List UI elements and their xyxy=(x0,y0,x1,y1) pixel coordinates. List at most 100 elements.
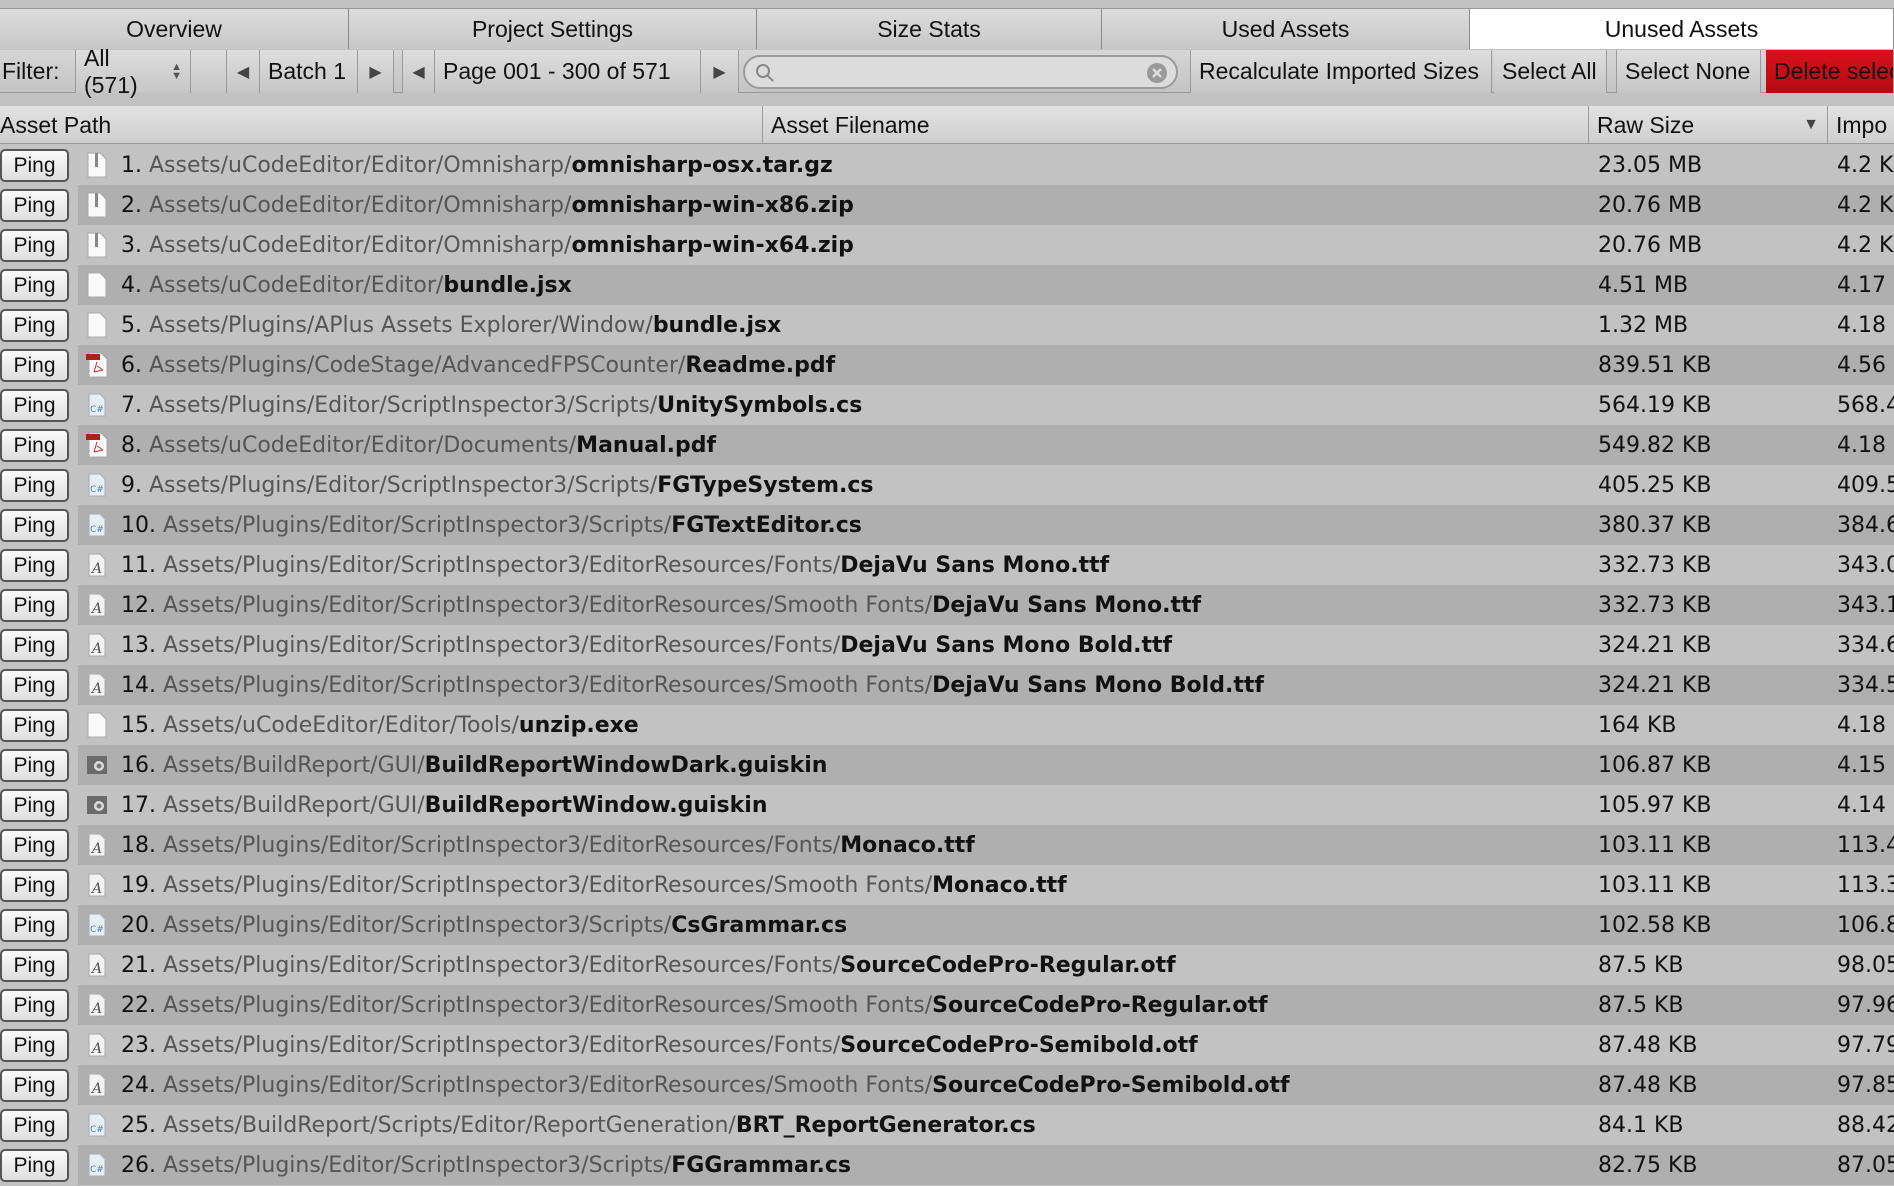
ping-button[interactable]: Ping xyxy=(0,509,69,542)
table-row[interactable]: Ping C# 20. Assets/Plugins/Editor/Script… xyxy=(0,905,1894,945)
table-row[interactable]: Ping C# 7. Assets/Plugins/Editor/ScriptI… xyxy=(0,385,1894,425)
ping-button[interactable]: Ping xyxy=(0,269,69,302)
search-input[interactable] xyxy=(779,59,1139,85)
page-next-button[interactable]: ▶ xyxy=(701,50,739,93)
table-row[interactable]: Ping 16. Assets/BuildReport/GUI/BuildRep… xyxy=(0,745,1894,785)
ping-button[interactable]: Ping xyxy=(0,189,69,222)
ping-button[interactable]: Ping xyxy=(0,469,69,502)
ping-button[interactable]: Ping xyxy=(0,749,69,782)
batch-prev-button[interactable]: ◀ xyxy=(227,50,260,93)
ping-button[interactable]: Ping xyxy=(0,949,69,982)
ping-button[interactable]: Ping xyxy=(0,869,69,902)
tab-overview[interactable]: Overview xyxy=(0,8,349,49)
asset-path[interactable]: 19. Assets/Plugins/Editor/ScriptInspecto… xyxy=(121,865,1067,905)
table-row[interactable]: Ping 3. Assets/uCodeEditor/Editor/Omnish… xyxy=(0,225,1894,265)
asset-path[interactable]: 20. Assets/Plugins/Editor/ScriptInspecto… xyxy=(121,905,847,945)
asset-path[interactable]: 26. Assets/Plugins/Editor/ScriptInspecto… xyxy=(121,1145,851,1185)
page-prev-button[interactable]: ◀ xyxy=(402,50,435,93)
asset-path[interactable]: 10. Assets/Plugins/Editor/ScriptInspecto… xyxy=(121,505,862,545)
asset-path[interactable]: 17. Assets/BuildReport/GUI/BuildReportWi… xyxy=(121,785,767,825)
filter-select[interactable]: All (571) ▲ ▼ xyxy=(75,45,191,98)
batch-next-button[interactable]: ▶ xyxy=(358,50,394,93)
search-field[interactable] xyxy=(743,55,1178,89)
ping-button[interactable]: Ping xyxy=(0,669,69,702)
clear-search-icon[interactable] xyxy=(1146,62,1168,84)
table-row[interactable]: Ping 2. Assets/uCodeEditor/Editor/Omnish… xyxy=(0,185,1894,225)
table-row[interactable]: Ping A 22. Assets/Plugins/Editor/ScriptI… xyxy=(0,985,1894,1025)
table-row[interactable]: Ping 1. Assets/uCodeEditor/Editor/Omnish… xyxy=(0,145,1894,185)
table-row[interactable]: Ping 17. Assets/BuildReport/GUI/BuildRep… xyxy=(0,785,1894,825)
asset-path[interactable]: 21. Assets/Plugins/Editor/ScriptInspecto… xyxy=(121,945,1176,985)
asset-path[interactable]: 14. Assets/Plugins/Editor/ScriptInspecto… xyxy=(121,665,1264,705)
asset-path[interactable]: 6. Assets/Plugins/CodeStage/AdvancedFPSC… xyxy=(121,345,835,385)
asset-path[interactable]: 5. Assets/Plugins/APlus Assets Explorer/… xyxy=(121,305,781,345)
column-raw-size[interactable]: Raw Size ▼ xyxy=(1589,106,1828,144)
asset-path[interactable]: 2. Assets/uCodeEditor/Editor/Omnisharp/o… xyxy=(121,185,854,225)
ping-button[interactable]: Ping xyxy=(0,1109,69,1142)
asset-path[interactable]: 22. Assets/Plugins/Editor/ScriptInspecto… xyxy=(121,985,1268,1025)
table-row[interactable]: Ping C# 25. Assets/BuildReport/Scripts/E… xyxy=(0,1105,1894,1145)
table-row[interactable]: Ping 6. Assets/Plugins/CodeStage/Advance… xyxy=(0,345,1894,385)
ping-button[interactable]: Ping xyxy=(0,309,69,342)
asset-path[interactable]: 9. Assets/Plugins/Editor/ScriptInspector… xyxy=(121,465,874,505)
asset-path[interactable]: 4. Assets/uCodeEditor/Editor/bundle.jsx xyxy=(121,265,572,305)
ping-button[interactable]: Ping xyxy=(0,789,69,822)
asset-path[interactable]: 8. Assets/uCodeEditor/Editor/Documents/M… xyxy=(121,425,716,465)
table-row[interactable]: Ping A 23. Assets/Plugins/Editor/ScriptI… xyxy=(0,1025,1894,1065)
asset-path[interactable]: 18. Assets/Plugins/Editor/ScriptInspecto… xyxy=(121,825,975,865)
ping-button[interactable]: Ping xyxy=(0,349,69,382)
table-row[interactable]: Ping A 11. Assets/Plugins/Editor/ScriptI… xyxy=(0,545,1894,585)
table-row[interactable]: Ping A 19. Assets/Plugins/Editor/ScriptI… xyxy=(0,865,1894,905)
ping-button[interactable]: Ping xyxy=(0,829,69,862)
asset-path[interactable]: 1. Assets/uCodeEditor/Editor/Omnisharp/o… xyxy=(121,145,833,185)
ping-button[interactable]: Ping xyxy=(0,1069,69,1102)
ping-button[interactable]: Ping xyxy=(0,429,69,462)
asset-path[interactable]: 16. Assets/BuildReport/GUI/BuildReportWi… xyxy=(121,745,827,785)
ping-button[interactable]: Ping xyxy=(0,629,69,662)
select-none-button[interactable]: Select None xyxy=(1616,50,1761,93)
recalculate-sizes-button[interactable]: Recalculate Imported Sizes xyxy=(1190,50,1492,93)
table-row[interactable]: Ping A 13. Assets/Plugins/Editor/ScriptI… xyxy=(0,625,1894,665)
asset-path[interactable]: 13. Assets/Plugins/Editor/ScriptInspecto… xyxy=(121,625,1172,665)
asset-path[interactable]: 15. Assets/uCodeEditor/Editor/Tools/unzi… xyxy=(121,705,639,745)
ping-button[interactable]: Ping xyxy=(0,229,69,262)
asset-path[interactable]: 23. Assets/Plugins/Editor/ScriptInspecto… xyxy=(121,1025,1198,1065)
select-all-button[interactable]: Select All xyxy=(1494,50,1607,93)
table-row[interactable]: Ping 8. Assets/uCodeEditor/Editor/Docume… xyxy=(0,425,1894,465)
ping-button[interactable]: Ping xyxy=(0,589,69,622)
table-row[interactable]: Ping A 14. Assets/Plugins/Editor/ScriptI… xyxy=(0,665,1894,705)
column-imported-size[interactable]: Impo xyxy=(1828,106,1894,144)
tab-project-settings[interactable]: Project Settings xyxy=(349,8,757,49)
table-row[interactable]: Ping A 12. Assets/Plugins/Editor/ScriptI… xyxy=(0,585,1894,625)
column-asset-filename[interactable]: Asset Filename xyxy=(763,106,1589,144)
tab-unused-assets[interactable]: Unused Assets xyxy=(1470,8,1894,49)
delete-selected-button[interactable]: Delete selec xyxy=(1766,50,1894,93)
table-row[interactable]: Ping A 18. Assets/Plugins/Editor/ScriptI… xyxy=(0,825,1894,865)
ping-button[interactable]: Ping xyxy=(0,549,69,582)
tab-size-stats[interactable]: Size Stats xyxy=(757,8,1102,49)
asset-path[interactable]: 7. Assets/Plugins/Editor/ScriptInspector… xyxy=(121,385,862,425)
tab-used-assets[interactable]: Used Assets xyxy=(1102,8,1470,49)
ping-button[interactable]: Ping xyxy=(0,1149,69,1182)
ping-button[interactable]: Ping xyxy=(0,709,69,742)
table-row[interactable]: Ping C# 26. Assets/Plugins/Editor/Script… xyxy=(0,1145,1894,1185)
table-row[interactable]: Ping C# 10. Assets/Plugins/Editor/Script… xyxy=(0,505,1894,545)
ping-button[interactable]: Ping xyxy=(0,389,69,422)
table-row[interactable]: Ping A 21. Assets/Plugins/Editor/ScriptI… xyxy=(0,945,1894,985)
ping-button[interactable]: Ping xyxy=(0,909,69,942)
asset-path[interactable]: 25. Assets/BuildReport/Scripts/Editor/Re… xyxy=(121,1105,1036,1145)
asset-path[interactable]: 11. Assets/Plugins/Editor/ScriptInspecto… xyxy=(121,545,1109,585)
ping-button[interactable]: Ping xyxy=(0,149,69,182)
table-row[interactable]: Ping C# 9. Assets/Plugins/Editor/ScriptI… xyxy=(0,465,1894,505)
table-row[interactable]: Ping 15. Assets/uCodeEditor/Editor/Tools… xyxy=(0,705,1894,745)
asset-path[interactable]: 3. Assets/uCodeEditor/Editor/Omnisharp/o… xyxy=(121,225,854,265)
table-row[interactable]: Ping 4. Assets/uCodeEditor/Editor/bundle… xyxy=(0,265,1894,305)
column-asset-path[interactable]: Asset Path xyxy=(0,106,763,144)
ping-button[interactable]: Ping xyxy=(0,1029,69,1062)
table-row[interactable]: Ping A 24. Assets/Plugins/Editor/ScriptI… xyxy=(0,1065,1894,1105)
asset-path[interactable]: 24. Assets/Plugins/Editor/ScriptInspecto… xyxy=(121,1065,1290,1105)
ping-button[interactable]: Ping xyxy=(0,989,69,1022)
asset-folder: Assets/Plugins/CodeStage/AdvancedFPSCoun… xyxy=(149,352,686,378)
table-row[interactable]: Ping 5. Assets/Plugins/APlus Assets Expl… xyxy=(0,305,1894,345)
asset-path[interactable]: 12. Assets/Plugins/Editor/ScriptInspecto… xyxy=(121,585,1201,625)
